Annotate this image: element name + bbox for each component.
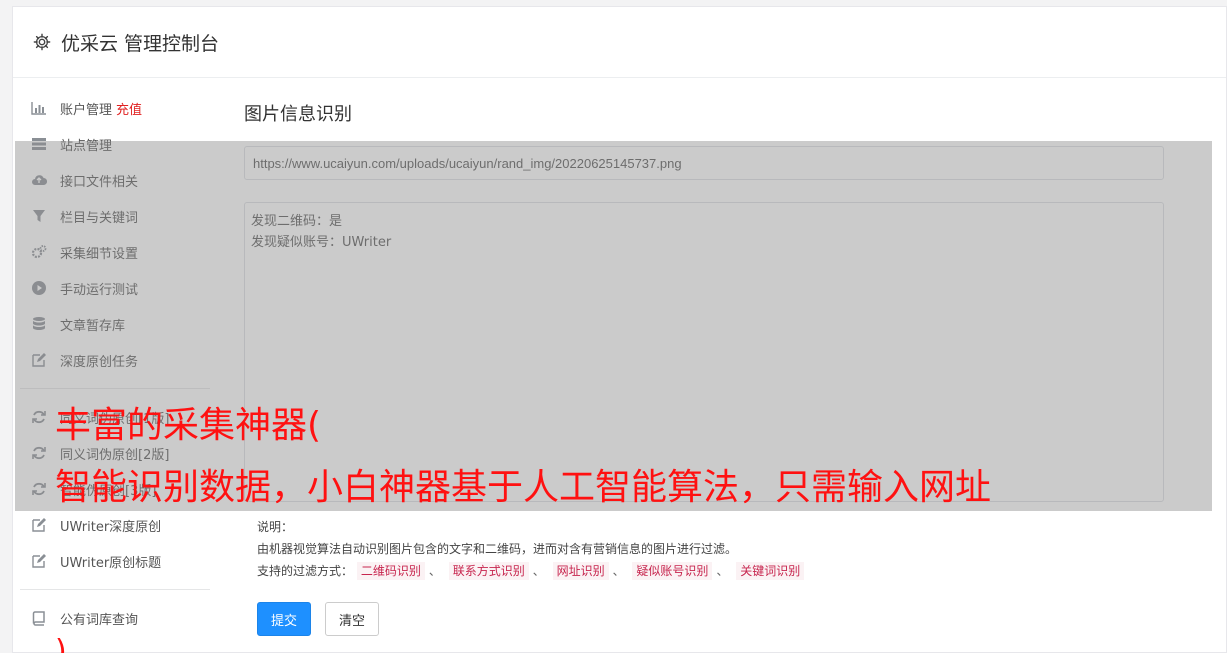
caption-line-2: 智能识别数据，小白神器基于人工智能算法，只需输入网址 xyxy=(55,467,992,508)
bar-chart-icon xyxy=(30,100,48,116)
filter-methods: 支持的过滤方式： 二维码识别、 联系方式识别、 网址识别、 疑似账号识别、 关键… xyxy=(257,560,805,582)
tag-separator: 、 xyxy=(612,564,625,578)
tag-separator: 、 xyxy=(716,564,729,578)
recharge-link[interactable]: 充值 xyxy=(116,99,142,118)
filter-tag: 联系方式识别 xyxy=(448,562,529,580)
caption-line-1: 丰富的采集神器( xyxy=(55,405,322,446)
filter-tag: 疑似账号识别 xyxy=(632,562,713,580)
book-icon xyxy=(30,610,48,626)
sidebar-item-uwriter-deep[interactable]: UWriter深度原创 xyxy=(20,507,210,543)
sidebar-item-label: UWriter原创标题 xyxy=(60,555,162,571)
filter-tag: 关键词识别 xyxy=(736,562,805,580)
gray-overlay xyxy=(15,141,1212,511)
help-description: 由机器视觉算法自动识别图片包含的文字和二维码，进而对含有营销信息的图片进行过滤。 xyxy=(257,542,738,556)
card-header: 优采云 管理控制台 xyxy=(13,7,1226,78)
action-buttons: 提交 清空 xyxy=(257,602,380,636)
caption-line-3: ) xyxy=(55,634,67,653)
clear-button[interactable]: 清空 xyxy=(325,602,380,636)
sidebar-item-public-lexicon[interactable]: 公有词库查询 xyxy=(20,600,210,636)
sidebar-item-uwriter-title[interactable]: UWriter原创标题 xyxy=(20,543,210,579)
sidebar-item-label: 公有词库查询 xyxy=(60,612,139,628)
filter-tag: 网址识别 xyxy=(552,562,609,580)
sidebar-item-account[interactable]: 账户管理 充值 xyxy=(20,90,210,126)
tag-separator: 、 xyxy=(428,564,441,578)
help-title: 说明： xyxy=(257,520,294,534)
sidebar-divider xyxy=(20,589,210,590)
section-title: 图片信息识别 xyxy=(244,104,352,125)
filter-label: 支持的过滤方式： xyxy=(257,564,354,578)
gear-icon xyxy=(33,33,51,51)
filter-tag: 二维码识别 xyxy=(356,562,425,580)
edit-icon xyxy=(30,553,48,569)
help-section: 说明： 由机器视觉算法自动识别图片包含的文字和二维码，进而对含有营销信息的图片进… xyxy=(257,516,805,582)
sidebar-item-label: UWriter深度原创 xyxy=(60,519,162,535)
page-title: 优采云 管理控制台 xyxy=(61,32,220,55)
edit-icon xyxy=(30,517,48,533)
submit-button[interactable]: 提交 xyxy=(257,602,312,636)
tag-separator: 、 xyxy=(532,564,545,578)
sidebar-item-label: 账户管理 xyxy=(60,102,113,118)
